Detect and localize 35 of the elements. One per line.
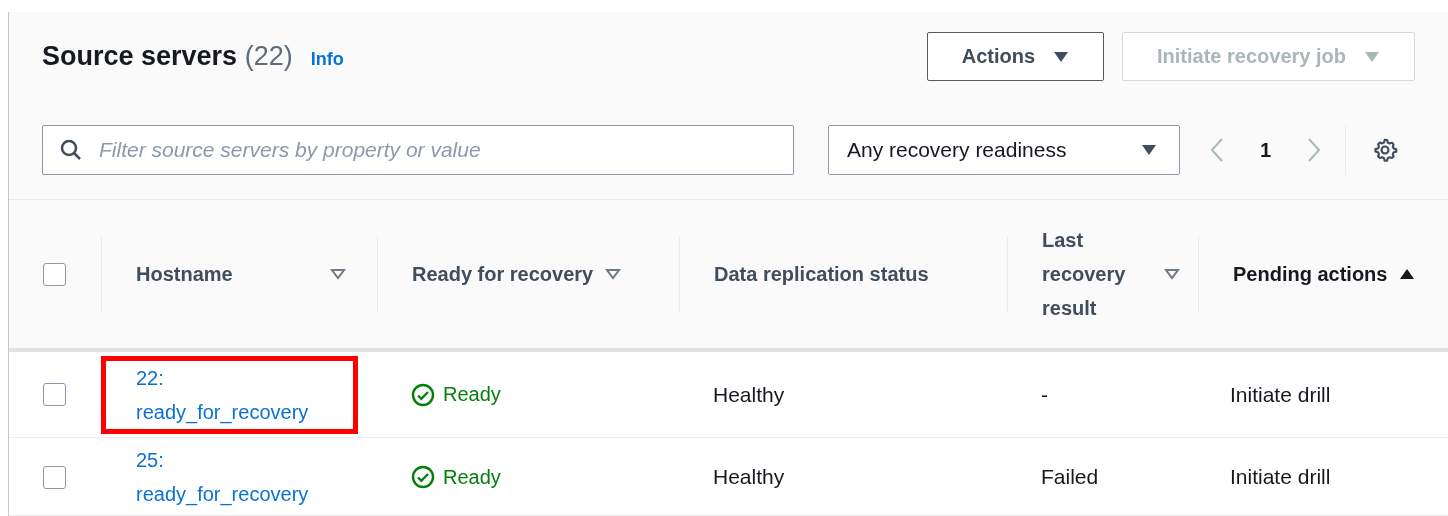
search-icon — [60, 139, 82, 161]
sort-icon — [330, 268, 346, 280]
info-link[interactable]: Info — [310, 49, 344, 70]
table-cell: Initiate drill — [1230, 465, 1331, 489]
table-cell: Healthy — [713, 382, 785, 407]
table-cell: Healthy — [713, 465, 785, 489]
previous-page-icon[interactable] — [1210, 137, 1224, 163]
table-cell: - — [1041, 382, 1048, 407]
sort-icon — [605, 268, 622, 280]
readiness-select[interactable]: Any recovery readiness — [828, 125, 1180, 175]
page-number[interactable]: 1 — [1254, 138, 1278, 162]
caret-icon — [1053, 50, 1070, 63]
checkbox[interactable] — [43, 465, 66, 489]
dropdown-button[interactable]: Actions — [926, 32, 1105, 81]
sort-icon — [1164, 268, 1180, 280]
hostname-link[interactable]: 25: ready_for_recovery — [101, 438, 358, 516]
sort-ascending-icon — [1399, 268, 1416, 280]
table-cell: Initiate drill — [1230, 382, 1331, 407]
hostname-link[interactable]: 22: ready_for_recovery — [101, 355, 358, 434]
next-page-icon[interactable] — [1307, 137, 1322, 163]
column-header[interactable]: Pending actions — [1233, 257, 1416, 291]
column-header[interactable]: Last recovery result — [1042, 223, 1180, 325]
status-text: Ready — [443, 465, 501, 489]
column-header[interactable]: Hostname — [136, 257, 346, 291]
caret-icon — [1141, 144, 1157, 156]
checkbox[interactable] — [43, 383, 66, 406]
checkbox[interactable] — [43, 262, 66, 286]
caret-icon — [1364, 50, 1380, 63]
column-header[interactable]: Ready for recovery — [412, 257, 622, 291]
section-title: Source servers (22) — [42, 41, 293, 72]
search-field[interactable]: Filter source servers by property or value — [42, 125, 794, 175]
status-text: Ready — [443, 383, 501, 406]
column-header[interactable]: Data replication status — [714, 257, 929, 291]
settings-icon[interactable] — [1372, 137, 1399, 163]
table-cell: Failed — [1041, 465, 1099, 489]
